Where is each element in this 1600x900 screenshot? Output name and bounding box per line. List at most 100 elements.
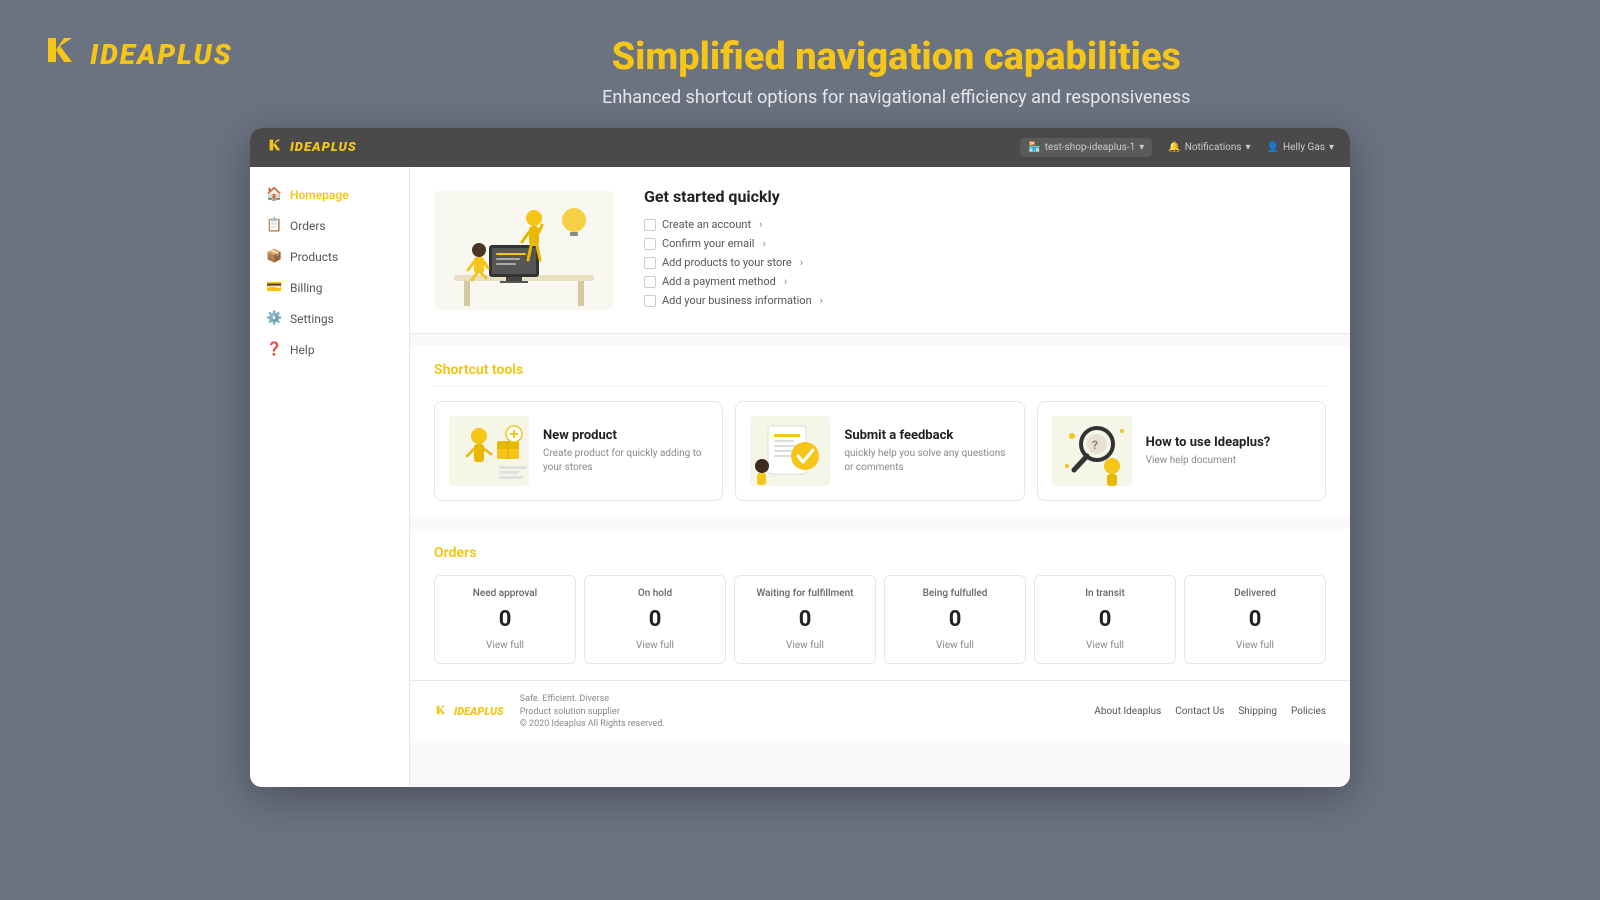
shortcut-card-help[interactable]: ? How to use Ideaplus? View help documen…	[1037, 401, 1326, 501]
order-link-3[interactable]: View full	[897, 640, 1013, 651]
orders-title: Orders	[434, 545, 1326, 561]
checklist-item-1[interactable]: Confirm your email ›	[644, 237, 1326, 250]
order-link-2[interactable]: View full	[747, 640, 863, 651]
order-label-4: In transit	[1047, 588, 1163, 599]
top-header: IDEAPLUS Simplified navigation capabilit…	[40, 30, 1560, 108]
help-info: How to use Ideaplus? View help document	[1146, 435, 1271, 468]
shop-selector[interactable]: 🏪 test-shop-ideaplus-1 ▾	[1020, 138, 1152, 157]
order-link-1[interactable]: View full	[597, 640, 713, 651]
feedback-desc: quickly help you solve any questions or …	[844, 447, 1009, 475]
order-count-1: 0	[597, 607, 713, 632]
order-label-2: Waiting for fulfillment	[747, 588, 863, 599]
footer-link-contact[interactable]: Contact Us	[1175, 706, 1224, 717]
billing-icon: 💳	[266, 280, 282, 295]
new-product-name: New product	[543, 428, 708, 443]
footer-brand-text: IDEAPLUS	[454, 705, 504, 718]
app-logo: IDEAPLUS	[266, 136, 357, 159]
arrow-1: ›	[762, 237, 765, 250]
order-card-being-fulfilled: Being fulfulled 0 View full	[884, 575, 1026, 664]
products-icon: 📦	[266, 249, 282, 264]
checklist-item-0[interactable]: Create an account ›	[644, 218, 1326, 231]
main-content: Get started quickly Create an account › …	[410, 167, 1350, 787]
footer-tagline: Safe. Efficient. Diverse Product solutio…	[520, 693, 665, 731]
feedback-illustration	[750, 416, 830, 486]
footer-link-shipping[interactable]: Shipping	[1238, 706, 1277, 717]
checkbox-0[interactable]	[644, 219, 656, 231]
order-card-waiting: Waiting for fulfillment 0 View full	[734, 575, 876, 664]
shortcut-card-new-product[interactable]: New product Create product for quickly a…	[434, 401, 723, 501]
order-count-3: 0	[897, 607, 1013, 632]
checkbox-4[interactable]	[644, 295, 656, 307]
new-product-desc: Create product for quickly adding to you…	[543, 447, 708, 475]
checkbox-2[interactable]	[644, 257, 656, 269]
order-label-5: Delivered	[1197, 588, 1313, 599]
order-count-5: 0	[1197, 607, 1313, 632]
browser-window: IDEAPLUS 🏪 test-shop-ideaplus-1 ▾ 🔔 Noti…	[250, 128, 1350, 787]
checklist-item-3[interactable]: Add a payment method ›	[644, 275, 1326, 288]
arrow-3: ›	[784, 275, 787, 288]
user-menu[interactable]: 👤 Helly Gas ▾	[1267, 142, 1334, 153]
shortcut-card-feedback[interactable]: Submit a feedback quickly help you solve…	[735, 401, 1024, 501]
app-body: 🏠 Homepage 📋 Orders 📦 Products 💳 Billing…	[250, 167, 1350, 787]
new-product-info: New product Create product for quickly a…	[543, 428, 708, 475]
order-count-4: 0	[1047, 607, 1163, 632]
order-label-1: On hold	[597, 588, 713, 599]
checkbox-3[interactable]	[644, 276, 656, 288]
footer-link-about[interactable]: About Ideaplus	[1094, 706, 1161, 717]
footer-brand-icon	[434, 702, 448, 721]
outer-logo-icon	[40, 30, 80, 79]
outer-background: IDEAPLUS Simplified navigation capabilit…	[0, 0, 1600, 817]
arrow-4: ›	[820, 294, 823, 307]
svg-text:?: ?	[1092, 438, 1098, 452]
order-cards: Need approval 0 View full On hold 0 View…	[434, 575, 1326, 664]
order-link-0[interactable]: View full	[447, 640, 563, 651]
header-text-area: Simplified navigation capabilities Enhan…	[233, 30, 1560, 108]
welcome-title: Get started quickly	[644, 187, 1326, 206]
app-footer: IDEAPLUS Safe. Efficient. Diverse Produc…	[410, 680, 1350, 743]
outer-brand-logo: IDEAPLUS	[40, 30, 233, 79]
sidebar-item-orders[interactable]: 📋 Orders	[250, 210, 409, 241]
subtitle: Enhanced shortcut options for navigation…	[233, 87, 1560, 108]
notifications-button[interactable]: 🔔 Notifications ▾	[1168, 142, 1250, 153]
orders-section: Orders Need approval 0 View full On hold…	[410, 529, 1350, 680]
checklist-item-2[interactable]: Add products to your store ›	[644, 256, 1326, 269]
sidebar-item-billing[interactable]: 💳 Billing	[250, 272, 409, 303]
app-header: IDEAPLUS 🏪 test-shop-ideaplus-1 ▾ 🔔 Noti…	[250, 128, 1350, 167]
order-link-4[interactable]: View full	[1047, 640, 1163, 651]
checkbox-1[interactable]	[644, 238, 656, 250]
order-card-in-transit: In transit 0 View full	[1034, 575, 1176, 664]
sidebar-item-homepage[interactable]: 🏠 Homepage	[250, 179, 409, 210]
arrow-0: ›	[759, 218, 762, 231]
sidebar-item-settings[interactable]: ⚙️ Settings	[250, 303, 409, 334]
order-card-on-hold: On hold 0 View full	[584, 575, 726, 664]
order-link-5[interactable]: View full	[1197, 640, 1313, 651]
feedback-name: Submit a feedback	[844, 428, 1009, 443]
help-name: How to use Ideaplus?	[1146, 435, 1271, 450]
help-illustration: ?	[1052, 416, 1132, 486]
app-logo-text: IDEAPLUS	[290, 140, 357, 155]
order-card-delivered: Delivered 0 View full	[1184, 575, 1326, 664]
shortcut-cards: New product Create product for quickly a…	[434, 401, 1326, 501]
help-icon: ❓	[266, 342, 282, 357]
new-product-illustration	[449, 416, 529, 486]
sidebar-item-products[interactable]: 📦 Products	[250, 241, 409, 272]
feedback-info: Submit a feedback quickly help you solve…	[844, 428, 1009, 475]
shortcuts-section: Shortcut tools	[410, 346, 1350, 517]
arrow-2: ›	[800, 256, 803, 269]
footer-links: About Ideaplus Contact Us Shipping Polic…	[1094, 706, 1326, 717]
help-desc: View help document	[1146, 454, 1271, 468]
settings-icon: ⚙️	[266, 311, 282, 326]
sidebar: 🏠 Homepage 📋 Orders 📦 Products 💳 Billing…	[250, 167, 410, 787]
orders-icon: 📋	[266, 218, 282, 233]
home-icon: 🏠	[266, 187, 282, 202]
footer-link-policies[interactable]: Policies	[1291, 706, 1326, 717]
app-logo-icon	[266, 136, 284, 159]
sidebar-item-help[interactable]: ❓ Help	[250, 334, 409, 365]
footer-logo: IDEAPLUS	[434, 702, 504, 721]
welcome-content: Get started quickly Create an account › …	[644, 187, 1326, 313]
shortcuts-title: Shortcut tools	[434, 362, 1326, 387]
checklist-item-4[interactable]: Add your business information ›	[644, 294, 1326, 307]
app-header-right: 🏪 test-shop-ideaplus-1 ▾ 🔔 Notifications…	[1020, 138, 1334, 157]
welcome-illustration	[434, 190, 614, 310]
order-count-0: 0	[447, 607, 563, 632]
